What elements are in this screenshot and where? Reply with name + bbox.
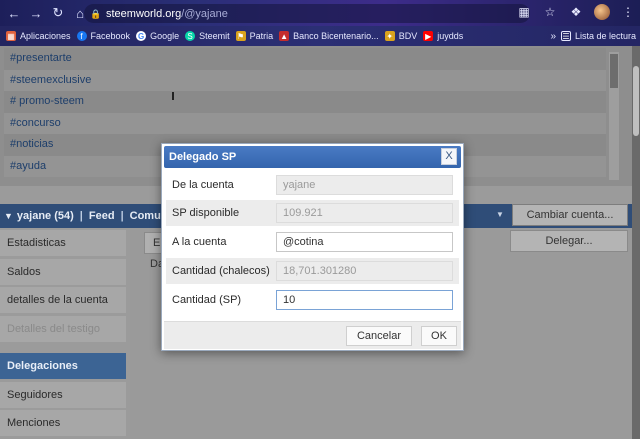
lock-icon: 🔒 bbox=[90, 8, 102, 19]
bookmark-star-icon[interactable]: ☆ bbox=[542, 4, 558, 20]
menu-icon[interactable]: ⋮ bbox=[620, 4, 636, 20]
sidebar-item-detalles-cuenta[interactable]: detalles de la cuenta bbox=[0, 287, 126, 313]
facebook-icon: f bbox=[76, 31, 87, 41]
form-row-sp-available: SP disponible 109.921 bbox=[166, 200, 459, 226]
cancel-button[interactable]: Cancelar bbox=[346, 326, 412, 346]
sidebar-nav: Estadisticas Saldos detalles de la cuent… bbox=[0, 230, 126, 439]
bdv-icon: ✦ bbox=[384, 31, 395, 41]
browser-toolbar: ← → ↻ ⌂ 🔒 steemworld.org/@yajane ▦ ☆ ❖ ⋮ bbox=[0, 0, 640, 26]
reading-list-icon: ☰ bbox=[560, 31, 571, 41]
profile-avatar[interactable] bbox=[594, 4, 610, 20]
tag-item[interactable]: # promo-steem bbox=[4, 91, 606, 113]
amount-sp-input[interactable]: 10 bbox=[276, 290, 453, 310]
bank-icon: ▲ bbox=[279, 31, 290, 41]
caret-down-icon[interactable]: ▼ bbox=[4, 211, 13, 221]
sidebar-item-seguidores[interactable]: Seguidores bbox=[0, 381, 126, 408]
youtube-icon: ▶ bbox=[423, 31, 434, 41]
separator: | bbox=[120, 210, 124, 222]
dialog-title-bar[interactable]: Delegado SP X bbox=[164, 146, 461, 168]
reading-list-button[interactable]: ☰ Lista de lectura bbox=[560, 31, 636, 41]
bookmark-label: juydds bbox=[437, 31, 464, 41]
bookmark-label: Google bbox=[150, 31, 180, 41]
bookmark-label: Banco Bicentenario... bbox=[293, 31, 379, 41]
bookmarks-overflow-button[interactable]: » bbox=[550, 31, 556, 42]
dialog-title: Delegado SP bbox=[169, 151, 237, 163]
sidebar-item-detalles-testigo: Detalles del testigo bbox=[0, 315, 126, 342]
bookmark-banco-bicentenario[interactable]: ▲ Banco Bicentenario... bbox=[279, 31, 379, 41]
to-account-input[interactable]: @cotina bbox=[276, 232, 453, 252]
ok-button[interactable]: OK bbox=[421, 326, 457, 346]
bookmark-label: Facebook bbox=[90, 31, 131, 41]
extensions-icon[interactable]: ❖ bbox=[568, 4, 584, 20]
steemit-icon: S bbox=[185, 31, 196, 41]
sidebar-item-saldos[interactable]: Saldos bbox=[0, 258, 126, 285]
tag-item[interactable]: #presentarte bbox=[4, 48, 606, 70]
feed-link[interactable]: Feed bbox=[89, 210, 115, 222]
from-account-field: yajane bbox=[276, 175, 453, 195]
back-icon[interactable]: ← bbox=[4, 3, 24, 23]
form-row-to-account: A la cuenta @cotina bbox=[166, 229, 459, 255]
url-host: steemworld.org bbox=[106, 7, 182, 20]
reading-list-label: Lista de lectura bbox=[574, 31, 636, 41]
google-icon: G bbox=[136, 31, 147, 41]
amount-vests-field: 18,701.301280 bbox=[276, 261, 453, 281]
bookmark-label: Steemit bbox=[199, 31, 230, 41]
tag-item[interactable]: #concurso bbox=[4, 112, 606, 134]
bookmark-label: BDV bbox=[398, 31, 418, 41]
amount-sp-label: Cantidad (SP) bbox=[172, 294, 242, 306]
tags-scrollbar-thumb[interactable] bbox=[610, 54, 618, 88]
sp-available-field: 109.921 bbox=[276, 203, 453, 223]
url-path: /@yajane bbox=[181, 7, 228, 20]
bookmark-patria[interactable]: ⚑ Patria bbox=[235, 31, 274, 41]
separator: | bbox=[79, 210, 83, 222]
bookmark-aplicaciones[interactable]: ▦ Aplicaciones bbox=[6, 31, 71, 41]
account-username[interactable]: yajane (54) bbox=[17, 210, 74, 222]
bookmark-steemit[interactable]: S Steemit bbox=[185, 31, 230, 41]
close-button[interactable]: X bbox=[441, 148, 457, 165]
sidebar-item-estadisticas[interactable]: Estadisticas bbox=[0, 230, 126, 256]
amount-vests-label: Cantidad (chalecos) bbox=[172, 265, 270, 277]
page-scrollbar[interactable] bbox=[632, 46, 640, 439]
translate-icon[interactable]: ▦ bbox=[516, 4, 532, 20]
delegate-sp-dialog: Delegado SP X De la cuenta yajane SP dis… bbox=[161, 143, 464, 351]
dropdown-arrow-icon[interactable]: ▼ bbox=[496, 210, 504, 219]
to-account-label: A la cuenta bbox=[172, 236, 227, 248]
reload-icon[interactable]: ↻ bbox=[48, 3, 68, 23]
patria-icon: ⚑ bbox=[235, 31, 246, 41]
form-row-from-account: De la cuenta yajane bbox=[166, 172, 459, 198]
sidebar-item-menciones[interactable]: Menciones bbox=[0, 410, 126, 436]
form-row-amount-vests: Cantidad (chalecos) 18,701.301280 bbox=[166, 258, 459, 284]
from-account-label: De la cuenta bbox=[172, 179, 234, 191]
apps-grid-icon: ▦ bbox=[6, 31, 16, 41]
forward-icon[interactable]: → bbox=[26, 3, 46, 23]
page-scrollbar-thumb[interactable] bbox=[633, 66, 639, 136]
text-cursor-icon bbox=[172, 92, 174, 100]
bookmark-facebook[interactable]: f Facebook bbox=[76, 31, 131, 41]
sp-available-label: SP disponible bbox=[172, 207, 240, 219]
dialog-footer: Cancelar OK bbox=[164, 321, 461, 349]
tag-item[interactable]: #steemexclusive bbox=[4, 69, 606, 91]
bookmark-google[interactable]: G Google bbox=[136, 31, 179, 41]
bookmarks-bar: ▦ Aplicaciones f Facebook G Google S Ste… bbox=[0, 26, 640, 46]
form-row-amount-sp: Cantidad (SP) 10 bbox=[166, 287, 459, 313]
bookmark-juydds[interactable]: ▶ juydds bbox=[423, 31, 463, 41]
bookmark-bdv[interactable]: ✦ BDV bbox=[384, 31, 418, 41]
address-bar[interactable]: 🔒 steemworld.org/@yajane bbox=[84, 4, 530, 23]
delegate-button[interactable]: Delegar... bbox=[510, 230, 628, 252]
tags-scrollbar[interactable] bbox=[609, 52, 619, 180]
change-account-button[interactable]: Cambiar cuenta... bbox=[512, 204, 628, 226]
sidebar-item-delegaciones[interactable]: Delegaciones bbox=[0, 353, 126, 379]
bookmark-label: Aplicaciones bbox=[20, 31, 71, 41]
bookmark-label: Patria bbox=[249, 31, 274, 41]
